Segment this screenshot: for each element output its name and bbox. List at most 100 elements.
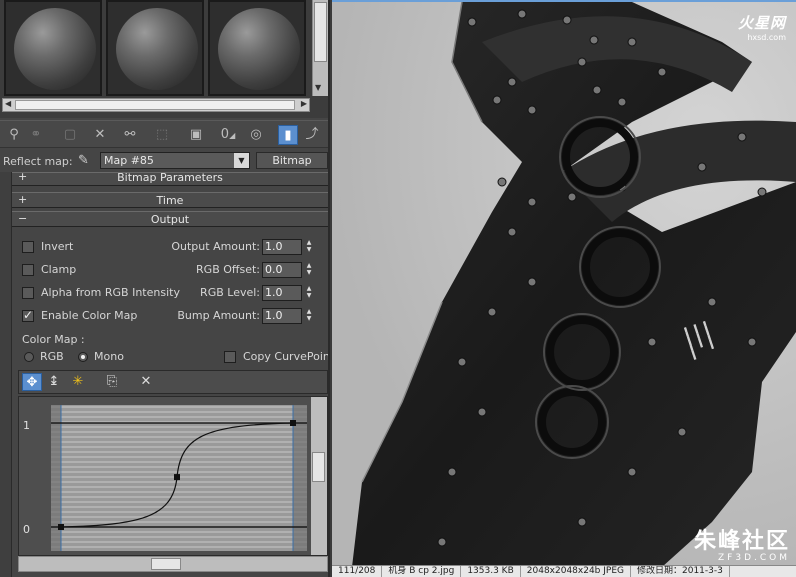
status-size: 1353.3 KB <box>461 566 521 577</box>
curve-canvas[interactable] <box>19 397 311 555</box>
curve-control-point[interactable] <box>174 474 180 481</box>
map-name-select[interactable]: Map #85 ▼ <box>100 152 250 169</box>
reset-curve-icon[interactable]: ⎘ <box>102 373 122 391</box>
curve-control-point[interactable] <box>58 524 64 530</box>
alpha-from-rgb-checkbox[interactable] <box>22 287 34 299</box>
slots-vertical-scrollbar[interactable]: ▼ <box>312 0 328 96</box>
rgb-offset-spinner[interactable]: 0.0 ▲ ▼ <box>262 262 318 278</box>
show-map-icon[interactable]: ◎ <box>246 125 266 145</box>
scroll-thumb[interactable] <box>312 452 325 482</box>
watermark-logo-bottom: 朱峰社区 ZF3D.COM <box>694 523 790 563</box>
mono-radio-row[interactable]: Mono <box>78 349 138 365</box>
go-parent-icon[interactable]: ⤴ <box>302 125 322 145</box>
material-toolbar: ⚲ ⚭ ▢ ✕ ⚯ ⬚ ▣ 0◢ ◎ ▮ ⤴ <box>0 120 328 148</box>
chevron-down-icon[interactable]: ▼ <box>234 153 249 168</box>
slots-horizontal-scrollbar[interactable]: ◀ ▶ <box>2 98 310 112</box>
sample-sphere <box>116 8 198 90</box>
rgb-radio-row[interactable]: RGB <box>24 349 84 365</box>
invert-checkbox[interactable] <box>22 241 34 253</box>
rgb-radio-label: RGB <box>40 350 64 363</box>
status-dims: 2048x2048x24b JPEG <box>521 566 631 577</box>
material-id-icon[interactable]: ▣ <box>186 125 206 145</box>
reset-map-icon[interactable]: ▢ <box>60 125 80 145</box>
rgb-level-field[interactable]: 1.0 <box>262 285 302 301</box>
viewer-status-bar: 111/208 机身 B cp 2.jpg 1353.3 KB 2048x2048x2… <box>332 565 796 577</box>
color-map-curve-graph[interactable]: 1 0 <box>18 396 328 556</box>
rollout-title: Time <box>156 194 184 207</box>
rollout-output[interactable]: − Output <box>12 211 328 227</box>
scale-point-icon[interactable]: ↨ <box>44 373 64 391</box>
material-editor-panel: ▼ ◀ ▶ ⚲ ⚭ ▢ ✕ ⚯ ⬚ ▣ 0◢ ◎ ▮ ⤴ Reflect map… <box>0 0 330 577</box>
sample-sphere <box>14 8 96 90</box>
curve-vertical-scrollbar[interactable] <box>311 397 327 555</box>
move-point-icon[interactable]: ✥ <box>22 373 42 391</box>
invert-row: Invert Output Amount: 1.0 ▲ ▼ <box>22 238 322 256</box>
put-to-library-icon[interactable]: ⬚ <box>152 125 172 145</box>
alpha-from-rgb-row: Alpha from RGB Intensity RGB Level: 1.0 … <box>22 284 322 302</box>
clamp-checkbox[interactable] <box>22 264 34 276</box>
copy-curve-points-checkbox[interactable] <box>224 351 236 363</box>
sample-slot-2[interactable] <box>106 0 204 96</box>
bump-amount-spinner[interactable]: 1.0 ▲ ▼ <box>262 308 318 324</box>
curve-control-point[interactable] <box>290 420 296 426</box>
image-viewer: ▬▬▬▬▬▬ ▬▬▬▬▬ ▬▬▬▬▬▬▬ 火星网 hxsd.com 朱峰社区 Z… <box>332 0 796 577</box>
add-point-icon[interactable]: ✳ <box>68 373 88 391</box>
mat-id-channel[interactable]: 0◢ <box>218 125 238 145</box>
watermark-top-domain: hxsd.com <box>747 33 786 42</box>
spinner-arrows-icon[interactable]: ▲ ▼ <box>304 239 314 255</box>
enable-color-map-label: Enable Color Map <box>41 309 138 322</box>
clamp-label: Clamp <box>41 263 77 276</box>
watermark-logo-top: 火星网 hxsd.com <box>738 12 786 42</box>
get-material-icon[interactable]: ⚲ <box>4 125 24 145</box>
output-amount-field[interactable]: 1.0 <box>262 239 302 255</box>
watermark-top-brand: 火星网 <box>737 14 786 32</box>
output-amount-spinner[interactable]: 1.0 ▲ ▼ <box>262 239 318 255</box>
material-editor-window: ▼ ◀ ▶ ⚲ ⚭ ▢ ✕ ⚯ ⬚ ▣ 0◢ ◎ ▮ ⤴ Reflect map… <box>0 0 796 577</box>
assign-material-icon[interactable]: ⚭ <box>26 125 46 145</box>
mono-radio[interactable] <box>78 352 88 362</box>
reflect-map-row: Reflect map: ✎ Map #85 ▼ Bitmap <box>0 150 328 172</box>
invert-label: Invert <box>41 240 74 253</box>
scroll-thumb[interactable] <box>314 2 327 62</box>
copy-curve-points-row: Copy CurvePoints <box>224 348 328 366</box>
spinner-arrows-icon[interactable]: ▲ ▼ <box>304 262 314 278</box>
rgb-offset-field[interactable]: 0.0 <box>262 262 302 278</box>
sample-slot-1[interactable] <box>4 0 102 96</box>
enable-color-map-checkbox[interactable] <box>22 308 34 322</box>
delete-icon[interactable]: ✕ <box>90 125 110 145</box>
delete-point-icon[interactable]: ✕ <box>136 373 156 391</box>
rollout-time[interactable]: + Time <box>12 192 328 208</box>
pick-material-icon[interactable]: ✎ <box>78 153 89 168</box>
mono-radio-label: Mono <box>94 350 124 363</box>
sample-slot-3[interactable] <box>208 0 306 96</box>
status-file: 机身 B cp 2.jpg <box>382 566 462 577</box>
rollout-scroll-strip[interactable] <box>0 172 12 577</box>
scroll-right-arrow-icon[interactable]: ▶ <box>301 99 307 108</box>
curve-toolbar: ✥ ↨ ✳ ⎘ ✕ <box>18 370 328 394</box>
spinner-arrows-icon[interactable]: ▲ ▼ <box>304 308 314 324</box>
sample-sphere <box>218 8 300 90</box>
rollout-title: Output <box>150 213 190 226</box>
status-date: 修改日期：2011-3-3 <box>631 566 730 577</box>
scroll-left-arrow-icon[interactable]: ◀ <box>5 99 11 108</box>
make-unique-icon[interactable]: ⚯ <box>120 125 140 145</box>
spinner-arrows-icon[interactable]: ▲ ▼ <box>304 285 314 301</box>
bump-amount-label: Bump Amount: <box>177 309 260 322</box>
scroll-thumb[interactable] <box>15 100 295 110</box>
map-type-button[interactable]: Bitmap <box>256 152 328 169</box>
bump-amount-field[interactable]: 1.0 <box>262 308 302 324</box>
rgb-level-spinner[interactable]: 1.0 ▲ ▼ <box>262 285 318 301</box>
curve-horizontal-scrollbar[interactable] <box>18 556 328 572</box>
map-name-value: Map #85 <box>104 154 154 167</box>
alpha-from-rgb-label: Alpha from RGB Intensity <box>41 286 180 299</box>
rollout-bitmap-parameters[interactable]: + Bitmap Parameters <box>12 170 328 186</box>
show-end-result-icon[interactable]: ▮ <box>278 125 298 145</box>
color-map-label: Color Map : <box>22 333 85 346</box>
copy-curve-points-label: Copy CurvePoints <box>243 350 330 363</box>
rgb-radio[interactable] <box>24 352 34 362</box>
scroll-down-arrow-icon[interactable]: ▼ <box>315 83 321 92</box>
watermark-bottom-brand: 朱峰社区 <box>693 529 790 554</box>
sample-slots: ▼ ◀ ▶ <box>0 0 328 118</box>
enable-color-map-row: Enable Color Map Bump Amount: 1.0 ▲▼ <box>22 307 322 325</box>
scroll-thumb[interactable] <box>151 558 181 570</box>
